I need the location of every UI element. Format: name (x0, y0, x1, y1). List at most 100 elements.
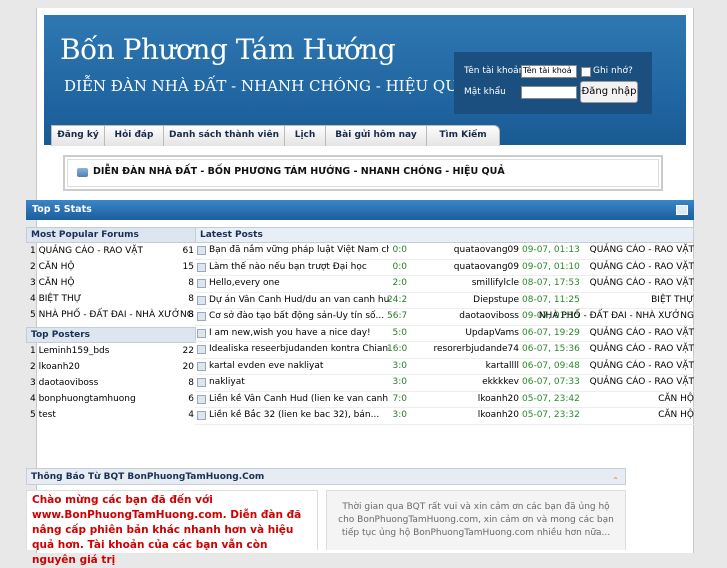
collapse-icon[interactable] (676, 205, 688, 215)
post-row[interactable]: Bạn đã nắm vững pháp luật Việt Nam chưa.… (195, 243, 694, 260)
post-row[interactable]: kartal evden eve nakliyat 3:0 kartallll 06-… (195, 359, 694, 375)
poster-name[interactable]: 1 Leminh159_bds (30, 343, 109, 359)
post-row[interactable]: Liền kề Vân Canh Hud (lien ke van canh..… (195, 392, 694, 408)
poster-name[interactable]: 5 test (30, 407, 56, 423)
post-user[interactable]: quataovang09 (409, 260, 519, 276)
forum-title: DIỄN ĐÀN NHÀ ĐẤT - BỐN PHƯƠNG TÁM HƯỚNG … (93, 166, 505, 177)
post-title[interactable]: Liền kề Bắc 32 (lien ke bac 32), bán... (209, 408, 389, 424)
post-user[interactable]: Diepstupe (409, 293, 519, 309)
tab-register[interactable]: Đăng ký (51, 125, 105, 146)
post-user[interactable]: lkoanh20 (409, 408, 519, 424)
post-replies: 0:0 (387, 243, 407, 259)
view-count: 0 (401, 245, 407, 255)
forum-name[interactable]: 3 CĂN HỘ (30, 275, 74, 291)
forum-row[interactable]: 1 QUẢNG CÁO - RAO VẶT 61 (26, 243, 196, 259)
post-replies: 3:0 (387, 375, 407, 391)
tab-search[interactable]: Tìm Kiếm (426, 125, 500, 146)
poster-row[interactable]: 3 daotaoviboss 8 (26, 375, 196, 391)
post-title[interactable]: Dự án Vân Canh Hud/du an van canh hud,..… (209, 293, 389, 309)
forum-row[interactable]: 4 BIỆT THỰ 8 (26, 291, 196, 307)
poster-row[interactable]: 2 lkoanh20 20 (26, 359, 196, 375)
poster-row[interactable]: 1 Leminh159_bds 22 (26, 343, 196, 359)
post-icon (197, 279, 206, 288)
poster-row[interactable]: 4 bonphuongtamhuong 6 (26, 391, 196, 407)
view-count: 0 (401, 410, 407, 420)
stats-left-column: Most Popular Forums 1 QUẢNG CÁO - RAO VẶ… (26, 227, 196, 423)
post-forum[interactable]: QUẢNG CÁO - RAO VẶT (590, 326, 694, 342)
post-title[interactable]: I am new,wish you have a nice day! (209, 326, 389, 342)
post-replies: 3:0 (387, 359, 407, 375)
post-forum[interactable]: QUẢNG CÁO - RAO VẶT (590, 243, 694, 259)
post-row[interactable]: I am new,wish you have a nice day! 5:0 Upd… (195, 326, 694, 342)
post-row[interactable]: Cơ sở đào tạo bất động sản-Uy tín số... 5… (195, 309, 694, 326)
poster-name[interactable]: 2 lkoanh20 (30, 359, 80, 375)
post-forum[interactable]: CĂN HỘ (658, 392, 694, 408)
poster-name[interactable]: 4 bonphuongtamhuong (30, 391, 136, 407)
post-forum[interactable]: QUẢNG CÁO - RAO VẶT (590, 359, 694, 375)
post-replies: 16:0 (387, 342, 407, 358)
post-user[interactable]: smillifylcle (409, 276, 519, 292)
post-user[interactable]: ekkkkev (409, 375, 519, 391)
post-row[interactable]: Idealiska reseerbjudanden kontra Chiang.… (195, 342, 694, 359)
forum-row[interactable]: 2 CĂN HỘ 15 (26, 259, 196, 275)
poster-count: 8 (188, 378, 194, 388)
view-count: 7 (401, 311, 408, 321)
post-forum[interactable]: QUẢNG CÁO - RAO VẶT (590, 260, 694, 276)
post-icon (197, 361, 206, 371)
tab-calendar[interactable]: Lịch (284, 125, 326, 146)
notice-title-bar: Thông Báo Từ BQT BonPhuongTamHuong.Com ⌃ (26, 468, 626, 485)
forum-name[interactable]: 1 QUẢNG CÁO - RAO VẶT (30, 243, 143, 259)
post-forum[interactable]: NHÀ PHỐ - ĐẤT ĐAI - NHÀ XƯỞNG (539, 309, 694, 325)
poster-count: 4 (188, 410, 194, 420)
username-input[interactable]: Tên tài khoả (521, 65, 577, 78)
post-row[interactable]: Hello,every one 2:0 smillifylcle 08-07, 17:… (195, 276, 694, 293)
view-count: 0 (401, 393, 407, 404)
forum-name[interactable]: 5 NHÀ PHỐ - ĐẤT ĐAI - NHÀ XƯỞNG (30, 307, 194, 323)
poster-row[interactable]: 5 test 4 (26, 407, 196, 423)
post-title[interactable]: Bạn đã nắm vững pháp luật Việt Nam chưa.… (209, 243, 389, 259)
post-user[interactable]: quataovang09 (409, 243, 519, 259)
post-user[interactable]: UpdapVams (409, 326, 519, 342)
poster-name[interactable]: 3 daotaoviboss (30, 375, 98, 391)
post-title[interactable]: Cơ sở đào tạo bất động sản-Uy tín số... (209, 309, 389, 325)
forum-row[interactable]: 5 NHÀ PHỐ - ĐẤT ĐAI - NHÀ XƯỞNG 8 (26, 307, 196, 323)
post-forum[interactable]: QUẢNG CÁO - RAO VẶT (590, 276, 694, 292)
post-forum[interactable]: CĂN HỘ (658, 408, 694, 424)
post-title[interactable]: Hello,every one (209, 276, 389, 292)
post-forum[interactable]: QUẢNG CÁO - RAO VẶT (590, 342, 694, 358)
post-user[interactable]: resorerbjudande74 (409, 342, 519, 358)
post-replies: 56:7 (387, 309, 407, 325)
post-title[interactable]: Làm thế nào nếu bạn trượt Đại học (209, 260, 389, 276)
expand-icon[interactable]: ⌃ (612, 473, 619, 489)
view-count: 0 (401, 377, 407, 387)
login-button[interactable]: Đăng nhập (580, 81, 638, 103)
post-user[interactable]: lkoanh20 (409, 392, 519, 408)
forum-name[interactable]: 2 CĂN HỘ (30, 259, 74, 275)
remember-checkbox[interactable] (581, 67, 591, 77)
post-row[interactable]: Liền kề Bắc 32 (lien ke bac 32), bán... 3… (195, 408, 694, 425)
post-title[interactable]: Idealiska reseerbjudanden kontra Chiang.… (209, 342, 389, 358)
post-row[interactable]: Dự án Vân Canh Hud/du an van canh hud,..… (195, 293, 694, 309)
post-row[interactable]: nakliyat 3:0 ekkkkev 06-07, 07:33 QUẢNG CÁO … (195, 375, 694, 392)
post-forum[interactable]: QUẢNG CÁO - RAO VẶT (590, 375, 694, 391)
tab-todays-posts[interactable]: Bài gửi hôm nay (325, 125, 427, 146)
forum-name[interactable]: 4 BIỆT THỰ (30, 291, 81, 307)
password-input[interactable] (521, 86, 577, 99)
post-date: 08-07, 17:53 (522, 278, 580, 288)
post-title[interactable]: Liền kề Vân Canh Hud (lien ke van canh..… (209, 392, 389, 408)
latest-posts-column: Latest Posts Bạn đã nắm vững pháp luật V… (195, 227, 694, 425)
tab-faq[interactable]: Hỏi đáp (104, 125, 164, 146)
notice-thanks-text: Thời gian qua BQT rất vui và xin cảm ơn … (326, 490, 626, 550)
post-row[interactable]: Làm thế nào nếu bạn trượt Đại học 0:0 quat… (195, 260, 694, 276)
site-logo[interactable]: Bốn Phương Tám Hướng (60, 33, 396, 66)
post-replies: 24:2 (387, 293, 407, 309)
post-title[interactable]: kartal evden eve nakliyat (209, 359, 389, 375)
post-icon (197, 262, 206, 272)
post-title[interactable]: nakliyat (209, 375, 389, 391)
tab-member-list[interactable]: Danh sách thành viên (163, 125, 285, 146)
username-label: Tên tài khoản (464, 66, 525, 76)
forum-row[interactable]: 3 CĂN HỘ 8 (26, 275, 196, 291)
post-forum[interactable]: BIỆT THỰ (651, 293, 694, 309)
post-user[interactable]: daotaoviboss (409, 309, 519, 325)
post-user[interactable]: kartallll (409, 359, 519, 375)
